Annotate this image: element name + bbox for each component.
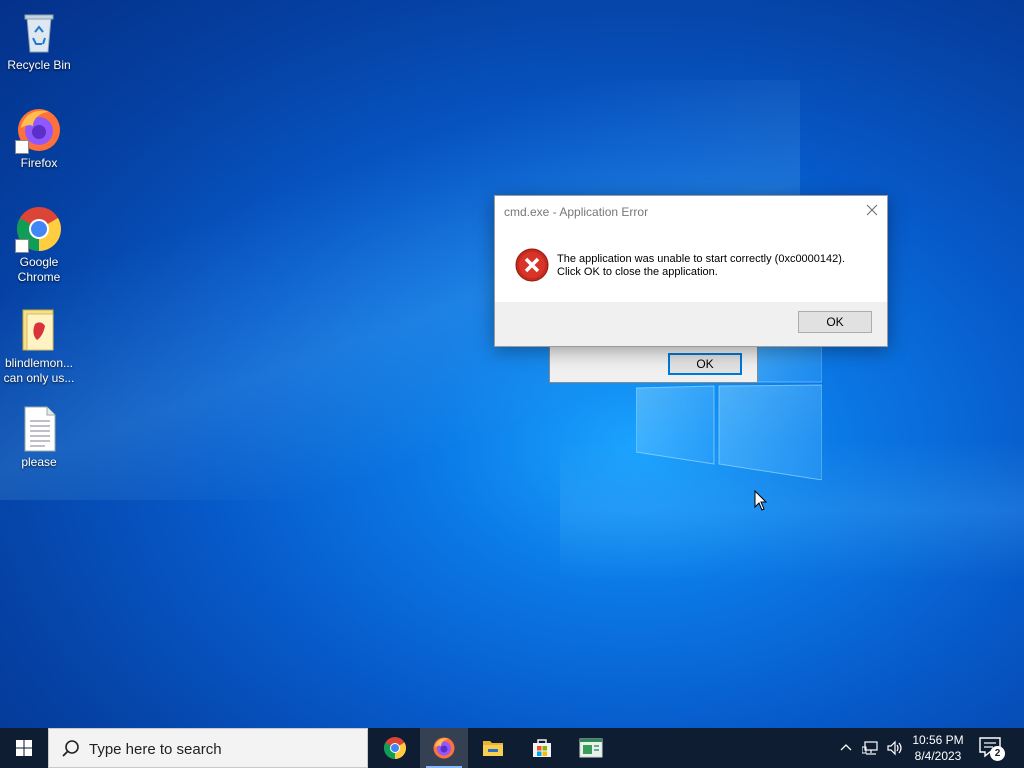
start-button[interactable] (0, 728, 48, 768)
taskbar-app-window[interactable] (567, 728, 615, 768)
shortcut-arrow-icon (15, 239, 29, 253)
taskbar-app-store[interactable] (518, 728, 566, 768)
taskbar-app-file-explorer[interactable] (469, 728, 517, 768)
desktop-icon-chrome[interactable]: Google Chrome (2, 205, 76, 285)
system-tray (836, 728, 906, 768)
error-message-line: The application was unable to start corr… (557, 253, 845, 265)
error-message: The application was unable to start corr… (557, 253, 845, 279)
text-document-icon (15, 405, 63, 453)
dialog-footer: OK (495, 302, 887, 346)
app-window-icon (579, 738, 603, 758)
taskbar-search-box[interactable]: Type here to search (48, 728, 368, 768)
chrome-icon (15, 205, 63, 253)
ok-button[interactable]: OK (798, 311, 872, 333)
search-icon (62, 740, 79, 757)
firefox-icon (15, 106, 63, 154)
recycle-bin-icon (15, 8, 63, 56)
desktop-icon-please[interactable]: please (2, 405, 76, 470)
desktop-icon-label: Firefox (20, 156, 58, 170)
desktop-icon-label: Google Chrome (17, 255, 61, 284)
error-icon (515, 248, 549, 282)
desktop-icon-firefox[interactable]: Firefox (2, 106, 76, 171)
background-error-dialog: OK (549, 343, 758, 383)
network-icon[interactable] (862, 740, 880, 756)
chrome-icon (384, 737, 406, 759)
desktop-icon-recycle-bin[interactable]: Recycle Bin (2, 8, 76, 73)
error-message-line: Click OK to close the application. (557, 266, 718, 278)
search-placeholder: Type here to search (89, 741, 222, 758)
desktop-icon-label: please (21, 455, 57, 469)
background-ok-button[interactable]: OK (668, 353, 742, 375)
clock-date: 8/4/2023 (914, 749, 962, 763)
chevron-up-icon[interactable] (838, 740, 854, 756)
windows-start-icon (16, 740, 32, 756)
taskbar-app-firefox[interactable] (420, 728, 468, 768)
desktop-icon-label: Recycle Bin (7, 58, 71, 72)
shortcut-arrow-icon (15, 140, 29, 154)
taskbar: Type here to search 10:56 PM 8/4/2023 2 (0, 728, 1024, 768)
taskbar-app-chrome[interactable] (371, 728, 419, 768)
mouse-cursor-icon (754, 490, 768, 511)
desktop-icon-label: blindlemon... can only us... (3, 356, 75, 385)
close-icon[interactable] (863, 201, 881, 219)
store-icon (533, 739, 551, 757)
notification-count-badge: 2 (990, 746, 1005, 761)
taskbar-clock[interactable]: 10:56 PM 8/4/2023 (907, 732, 969, 764)
dialog-title: cmd.exe - Application Error (504, 205, 649, 219)
action-center-button[interactable]: 2 (978, 736, 1008, 762)
firefox-icon (433, 737, 455, 759)
clock-time: 10:56 PM (912, 733, 964, 747)
desktop-icon-folder[interactable]: blindlemon... can only us... (2, 306, 76, 386)
volume-icon[interactable] (886, 740, 904, 756)
folder-icon (483, 741, 503, 756)
application-error-dialog: cmd.exe - Application Error The applicat… (494, 195, 888, 347)
folder-icon (15, 306, 63, 354)
